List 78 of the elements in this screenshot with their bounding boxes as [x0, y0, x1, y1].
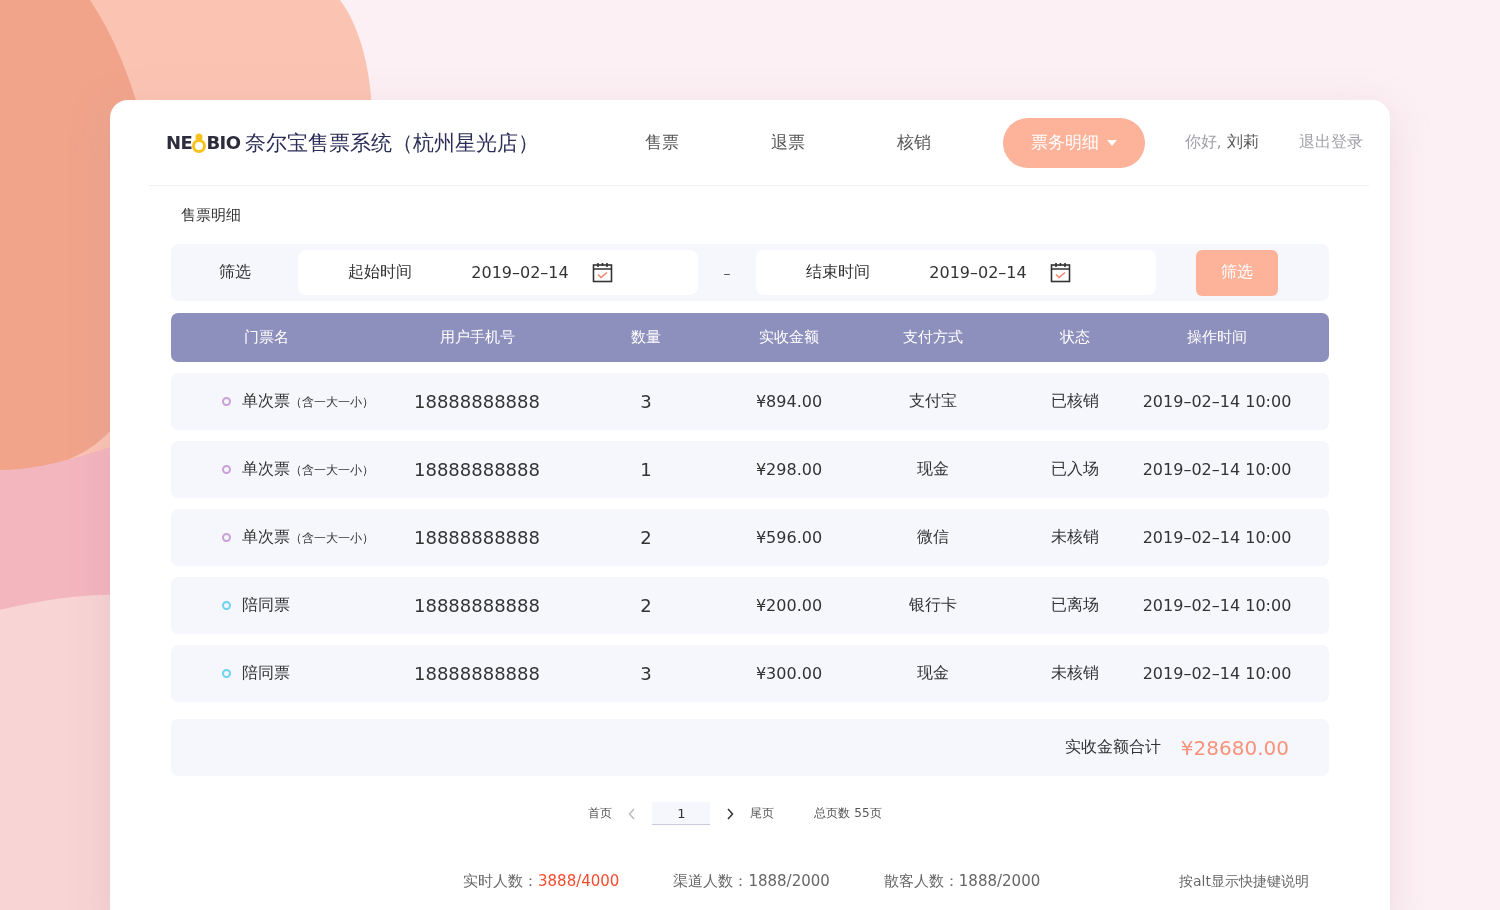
- table-cell: 18888888888: [414, 527, 540, 548]
- last-page-link[interactable]: 尾页: [750, 805, 775, 822]
- table-cell: 现金: [917, 459, 949, 480]
- date-value: 2019–02–14: [928, 263, 1028, 282]
- table-cell: 2019–02–14 10:00: [1142, 392, 1292, 411]
- page-count: 总页数 55页: [814, 805, 882, 822]
- table-cell: 未核销: [1051, 527, 1099, 548]
- logo-text: BIO: [206, 132, 241, 153]
- ticket-name: 单次票（含一大一小）: [242, 527, 374, 548]
- ticket-name: 单次票（含一大一小）: [242, 459, 374, 480]
- table-cell: 3: [640, 663, 652, 684]
- stat-text: 渠道人数：1888/2000: [673, 872, 830, 891]
- nav-tab[interactable]: 核销: [850, 117, 977, 168]
- section-title: 售票明细: [181, 206, 241, 224]
- calendar-icon[interactable]: [1050, 262, 1071, 283]
- table-cell: 18888888888: [414, 595, 540, 616]
- table-cell: 已核销: [1051, 391, 1099, 412]
- table-cell: 2: [640, 527, 652, 548]
- stat-text: 实时人数：3888/4000: [463, 872, 620, 891]
- table-cell: 支付宝: [909, 391, 957, 412]
- logo-ring-icon: [192, 131, 207, 154]
- column-header: 支付方式: [902, 328, 964, 347]
- table-cell: 2: [640, 595, 652, 616]
- table-row[interactable]: 单次票（含一大一小） 18888888888 3 ¥894.00 支付宝 已核销 2019–02–14 10:00: [171, 373, 1329, 430]
- shortcut-hint: 按alt显示快捷键说明: [1179, 872, 1309, 891]
- nav-tab[interactable]: 退票: [724, 117, 851, 168]
- first-page-link[interactable]: 首页: [588, 805, 613, 822]
- column-header: 实收金额: [758, 328, 820, 347]
- calendar-icon[interactable]: [592, 262, 613, 283]
- field-label: 结束时间: [805, 262, 871, 283]
- column-header: 数量: [630, 328, 662, 347]
- column-header: 操作时间: [1186, 328, 1248, 347]
- greeting: 你好, 刘莉: [1184, 132, 1259, 153]
- table-cell: 2019–02–14 10:00: [1142, 460, 1292, 479]
- column-header: 用户手机号: [438, 328, 516, 347]
- table-cell: ¥596.00: [755, 528, 823, 547]
- table-row[interactable]: 陪同票 18888888888 2 ¥200.00 银行卡 已离场 2019–02–14 10:00: [171, 577, 1329, 634]
- table-cell: 2019–02–14 10:00: [1142, 528, 1292, 547]
- date-field[interactable]: 起始时间 2019–02–14: [298, 250, 698, 295]
- table-cell: 已离场: [1051, 595, 1099, 616]
- next-page-button[interactable]: [726, 807, 735, 820]
- stat-text: 散客人数：1888/2000: [883, 872, 1041, 891]
- caret-icon: [1106, 139, 1117, 146]
- table-cell: ¥300.00: [755, 664, 823, 683]
- field-label: 起始时间: [347, 262, 413, 283]
- table-cell: ¥298.00: [755, 460, 823, 479]
- table-cell: 未核销: [1051, 663, 1099, 684]
- table-row[interactable]: 陪同票 18888888888 3 ¥300.00 现金 未核销 2019–02–14 10:00: [171, 645, 1329, 702]
- table-cell: 已入场: [1051, 459, 1099, 480]
- logo-text: NE: [166, 132, 193, 153]
- column-header: 状态: [1059, 328, 1091, 347]
- table-row[interactable]: 单次票（含一大一小） 18888888888 2 ¥596.00 微信 未核销 2019–02–14 10:00: [171, 509, 1329, 566]
- ticket-name: 单次票（含一大一小）: [242, 391, 374, 412]
- total-label: 实收金额合计: [1064, 737, 1161, 758]
- ticket-name: 陪同票: [242, 595, 290, 616]
- page-input[interactable]: 1: [652, 802, 711, 825]
- table-cell: 银行卡: [909, 595, 957, 616]
- total-value: ¥28680.00: [1180, 735, 1289, 760]
- date-value: 2019–02–14: [470, 263, 570, 282]
- table-row[interactable]: 单次票（含一大一小） 18888888888 1 ¥298.00 现金 已入场 2019–02–14 10:00: [171, 441, 1329, 498]
- table-cell: 18888888888: [414, 663, 540, 684]
- table-cell: 2019–02–14 10:00: [1142, 664, 1292, 683]
- date-field[interactable]: 结束时间 2019–02–14: [756, 250, 1156, 295]
- table-cell: 现金: [917, 663, 949, 684]
- filter-label: 筛选: [217, 262, 252, 283]
- table-cell: 3: [640, 391, 652, 412]
- table-cell: 18888888888: [414, 391, 540, 412]
- table-cell: ¥200.00: [755, 596, 823, 615]
- table-cell: 微信: [917, 527, 949, 548]
- column-header: 门票名: [242, 328, 290, 347]
- table-cell: 2019–02–14 10:00: [1142, 596, 1292, 615]
- range-dash: –: [722, 264, 732, 281]
- table-cell: 1: [640, 459, 652, 480]
- app-title: 奈尔宝售票系统（杭州星光店）: [244, 129, 539, 157]
- ticket-name: 陪同票: [242, 663, 290, 684]
- nav-tab[interactable]: 售票: [598, 117, 725, 168]
- table-cell: ¥894.00: [755, 392, 823, 411]
- table-cell: 18888888888: [414, 459, 540, 480]
